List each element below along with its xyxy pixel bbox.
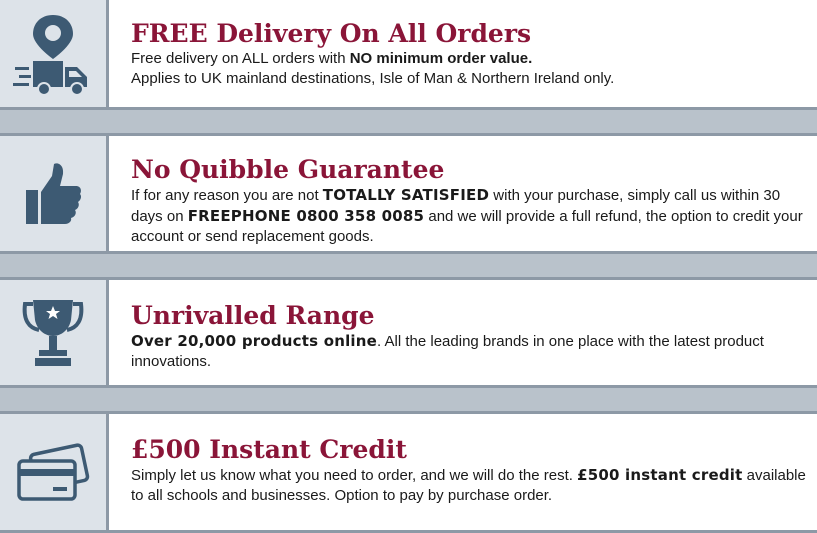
description-emphasis: TOTALLY SATISFIED [322, 186, 490, 204]
icon-cell [0, 280, 109, 385]
benefit-description: Simply let us know what you need to orde… [131, 465, 807, 506]
description-emphasis: £500 instant credit [577, 466, 743, 484]
benefit-text: No Quibble Guarantee If for any reason y… [131, 156, 807, 247]
description-text: If for any reason you are not [131, 187, 323, 204]
freephone-number: FREEPHONE 0800 358 0085 [187, 207, 425, 225]
benefit-instant-credit: £500 Instant Credit Simply let us know w… [0, 411, 817, 533]
credit-card-icon [15, 441, 91, 503]
benefit-description: If for any reason you are not TOTALLY SA… [131, 185, 807, 247]
delivery-truck-icon [13, 11, 93, 97]
description-emphasis: NO minimum order value. [349, 50, 533, 67]
benefit-free-delivery: FREE Delivery On All Orders Free deliver… [0, 0, 817, 110]
benefit-text: FREE Delivery On All Orders Free deliver… [131, 20, 807, 89]
trophy-icon [21, 298, 85, 368]
benefit-text: £500 Instant Credit Simply let us know w… [131, 436, 807, 506]
icon-cell [0, 136, 109, 251]
benefit-unrivalled-range: Unrivalled Range Over 20,000 products on… [0, 277, 817, 388]
benefits-list: FREE Delivery On All Orders Free deliver… [0, 0, 817, 533]
description-text: Simply let us know what you need to orde… [131, 467, 578, 484]
benefit-title: Unrivalled Range [131, 301, 375, 330]
description-emphasis: Over 20,000 products online [131, 332, 378, 350]
benefit-title: No Quibble Guarantee [131, 155, 445, 184]
description-text: Free delivery on ALL orders with [131, 50, 350, 67]
icon-cell [0, 414, 109, 530]
description-text: Applies to UK mainland destinations, Isl… [131, 70, 615, 87]
thumbs-up-icon [24, 162, 82, 226]
icon-cell [0, 0, 109, 107]
benefit-text: Unrivalled Range Over 20,000 products on… [131, 302, 807, 372]
benefit-title: £500 Instant Credit [131, 435, 407, 464]
benefit-description: Free delivery on ALL orders with NO mini… [131, 49, 807, 89]
benefit-description: Over 20,000 products online. All the lea… [131, 331, 807, 372]
benefit-title: FREE Delivery On All Orders [131, 19, 532, 48]
benefit-no-quibble-guarantee: No Quibble Guarantee If for any reason y… [0, 133, 817, 254]
